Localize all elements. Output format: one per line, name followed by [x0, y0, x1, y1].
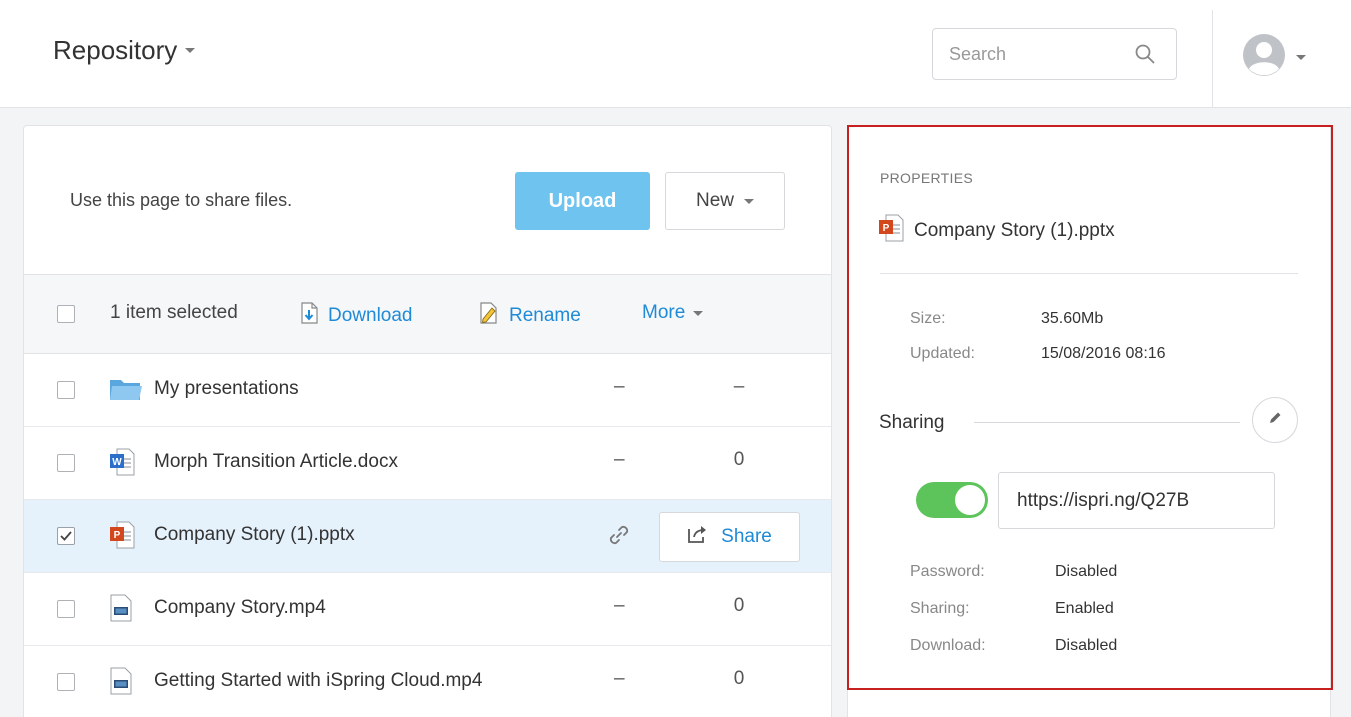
- file-name: Company Story.mp4: [154, 597, 326, 618]
- download-action[interactable]: Download: [300, 302, 413, 330]
- updated-label: Updated:: [910, 345, 975, 362]
- search-icon[interactable]: [1134, 43, 1156, 70]
- size-label: Size:: [910, 310, 946, 327]
- share-button[interactable]: Share: [659, 512, 800, 562]
- password-value: Disabled: [1055, 563, 1118, 580]
- divider: [880, 273, 1298, 274]
- share-icon: [687, 524, 709, 550]
- file-meta-1: –: [614, 595, 625, 616]
- table-row[interactable]: Company Story.mp4 – 0: [24, 573, 831, 646]
- select-all-checkbox[interactable]: [57, 305, 75, 323]
- powerpoint-icon: P: [878, 214, 904, 248]
- file-name: My presentations: [154, 378, 299, 399]
- files-panel-header: Use this page to share files. Upload New: [24, 126, 831, 275]
- svg-text:P: P: [114, 530, 121, 541]
- powerpoint-icon: P: [109, 521, 135, 554]
- size-value: 35.60Mb: [1041, 310, 1104, 327]
- file-meta-2: 0: [733, 595, 745, 616]
- search-input[interactable]: [949, 43, 1119, 65]
- row-checkbox[interactable]: [57, 381, 75, 399]
- file-meta-1: –: [614, 449, 625, 470]
- download-label: Download: [328, 305, 413, 326]
- sharing-value: Enabled: [1055, 600, 1114, 617]
- updated-value: 15/08/2016 08:16: [1041, 345, 1166, 362]
- edit-sharing-button[interactable]: [1252, 397, 1298, 443]
- upload-button[interactable]: Upload: [515, 172, 650, 230]
- download-icon: [300, 302, 318, 330]
- rename-icon: [479, 302, 499, 330]
- table-row[interactable]: Getting Started with iSpring Cloud.mp4 –…: [24, 646, 831, 717]
- download-setting-value: Disabled: [1055, 637, 1118, 654]
- properties-file: P Company Story (1).pptx: [878, 214, 1115, 248]
- svg-text:W: W: [112, 457, 122, 468]
- user-menu[interactable]: [1242, 33, 1306, 82]
- file-meta-1: –: [614, 376, 625, 397]
- selection-count: 1 item selected: [110, 302, 238, 323]
- row-checkbox[interactable]: [57, 600, 75, 618]
- file-meta-2: –: [733, 376, 745, 397]
- row-checkbox[interactable]: [57, 454, 75, 472]
- folder-icon: [109, 376, 143, 407]
- video-file-icon: [109, 594, 133, 627]
- header-divider: [1212, 10, 1213, 108]
- more-menu[interactable]: More: [642, 302, 704, 324]
- new-button[interactable]: New: [665, 172, 785, 230]
- selection-toolbar: 1 item selected Download Rename More: [24, 275, 831, 354]
- files-panel: Use this page to share files. Upload New…: [23, 125, 832, 717]
- file-name: Morph Transition Article.docx: [154, 451, 398, 472]
- file-meta-2: 0: [733, 668, 745, 689]
- properties-file-name: Company Story (1).pptx: [914, 220, 1115, 241]
- divider: [974, 422, 1240, 423]
- share-url-field[interactable]: [998, 472, 1275, 529]
- chevron-down-icon: [185, 48, 196, 53]
- link-icon[interactable]: [606, 522, 632, 553]
- properties-heading: PROPERTIES: [880, 170, 973, 186]
- table-row[interactable]: W Morph Transition Article.docx – 0: [24, 427, 831, 500]
- chevron-down-icon: [744, 198, 754, 204]
- toggle-knob: [955, 485, 985, 515]
- sharing-section-title: Sharing: [879, 412, 945, 433]
- file-meta-2: 0: [733, 449, 745, 470]
- word-document-icon: W: [109, 448, 135, 481]
- row-checkbox-checked[interactable]: [57, 527, 75, 545]
- svg-text:P: P: [883, 223, 890, 234]
- download-setting-label: Download:: [910, 637, 986, 654]
- new-button-label: New: [695, 190, 734, 211]
- header: Repository: [0, 0, 1351, 108]
- repository-menu[interactable]: Repository: [53, 35, 196, 66]
- search-box[interactable]: [932, 28, 1177, 80]
- chevron-down-icon: [693, 310, 704, 316]
- rename-label: Rename: [509, 305, 581, 326]
- checkmark-icon: [60, 531, 72, 541]
- table-row-selected[interactable]: P Company Story (1).pptx Share: [24, 500, 831, 573]
- pencil-icon: [1267, 410, 1283, 431]
- avatar: [1242, 33, 1286, 82]
- sharing-label: Sharing:: [910, 600, 970, 617]
- share-label: Share: [721, 526, 772, 547]
- file-meta-1: –: [614, 668, 625, 689]
- intro-text: Use this page to share files.: [70, 190, 293, 210]
- page-title: Repository: [53, 35, 178, 65]
- row-checkbox[interactable]: [57, 673, 75, 691]
- table-row[interactable]: My presentations – –: [24, 354, 831, 427]
- more-label: More: [642, 302, 686, 323]
- password-label: Password:: [910, 563, 985, 580]
- file-name: Getting Started with iSpring Cloud.mp4: [154, 670, 483, 691]
- rename-action[interactable]: Rename: [479, 302, 581, 330]
- sharing-toggle[interactable]: [916, 482, 988, 518]
- chevron-down-icon: [1296, 55, 1306, 60]
- file-name: Company Story (1).pptx: [154, 524, 355, 545]
- video-file-icon: [109, 667, 133, 700]
